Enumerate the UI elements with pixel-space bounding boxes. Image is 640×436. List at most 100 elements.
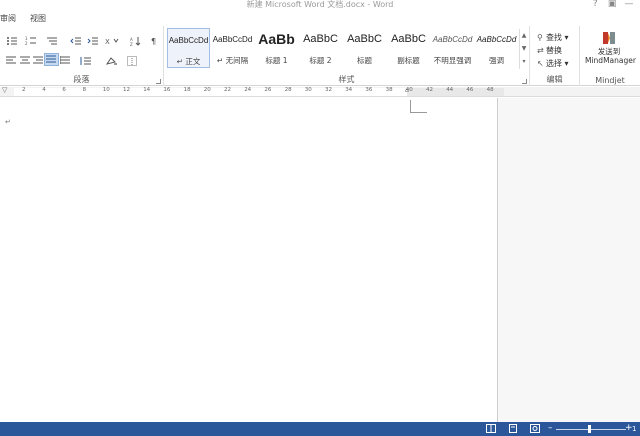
mindmanager-icon	[585, 30, 633, 47]
increase-indent-icon[interactable]	[85, 34, 100, 47]
ribbon-display-button[interactable]: ▣	[605, 0, 619, 9]
send-to-mindmanager-button[interactable]: 发送到 MindManager	[585, 30, 636, 65]
ruler-number: 26	[264, 87, 272, 93]
title-bar: 新建 Microsoft Word 文档.docx - Word ? ▣ —	[0, 0, 640, 11]
style-heading-2[interactable]: AaBbC 标题 2	[299, 28, 342, 68]
web-layout-icon[interactable]	[530, 424, 540, 433]
zoom-slider-thumb[interactable]	[587, 425, 591, 433]
svg-text:2: 2	[25, 41, 28, 46]
ruler-number: 2	[22, 87, 26, 93]
style-emphasis[interactable]: AaBbCcDd 强调	[475, 28, 518, 68]
status-bar: – + 1	[0, 422, 640, 436]
align-left-icon[interactable]	[4, 54, 19, 67]
ruler-number: 46	[466, 87, 474, 93]
minimize-button[interactable]: —	[622, 0, 636, 9]
style-name: ↵ 无间隔	[216, 56, 249, 65]
indent-marker-icon[interactable]: ▽	[2, 86, 7, 94]
zoom-percent[interactable]: 1	[632, 425, 636, 433]
style-sample: AaBbCcDd	[212, 35, 253, 44]
style-sample: AaBbC	[391, 33, 426, 45]
style-name: 强调	[489, 56, 504, 65]
right-indent-icon[interactable]: ⌂	[405, 87, 409, 94]
style-normal[interactable]: AaBbCcDd ↵ 正文	[167, 28, 210, 68]
tab-review[interactable]: 审阅	[0, 13, 16, 24]
horizontal-ruler[interactable]: 2 4 6 8 10 12 14 16 18 20 22 24 26 28 30 32 34 36 38 40 42 44…	[0, 86, 640, 97]
line-spacing-icon[interactable]	[78, 54, 93, 67]
style-name: 标题 1	[265, 56, 288, 65]
ruler-number: 12	[123, 87, 130, 93]
print-layout-icon[interactable]	[508, 424, 518, 433]
svg-text:Z: Z	[130, 42, 133, 46]
window-controls: ? ▣ —	[588, 0, 636, 9]
zoom-slider[interactable]	[556, 429, 626, 430]
justify-icon[interactable]	[44, 53, 59, 66]
style-subtitle[interactable]: AaBbC 副标题	[387, 28, 430, 68]
tab-view[interactable]: 视图	[30, 13, 46, 24]
ruler-number: 8	[82, 87, 87, 93]
distributed-icon[interactable]	[58, 54, 73, 67]
style-heading-1[interactable]: AaBb 标题 1	[255, 28, 298, 68]
styles-gallery: AaBbCcDd ↵ 正文 AaBbCcDd ↵ 无间隔 AaBb 标题 1 A…	[167, 28, 517, 70]
paragraph-group-label: 段落	[73, 75, 90, 84]
style-name: 副标题	[397, 56, 420, 65]
select-label: 选择	[546, 59, 562, 68]
style-title[interactable]: AaBbC 标题	[343, 28, 386, 68]
mindjet-label-line1: 发送到	[597, 47, 621, 56]
borders-icon[interactable]	[124, 54, 139, 67]
paragraph-mark: ↵	[5, 118, 11, 126]
style-sample: AaBbCcDd	[476, 35, 517, 44]
ruler-number: 10	[102, 87, 110, 93]
paragraph-launcher-icon[interactable]	[156, 79, 161, 84]
ruler-number: 44	[446, 87, 454, 93]
gallery-up-icon[interactable]: ▲	[520, 29, 528, 42]
sort-icon[interactable]: AZ	[128, 34, 143, 47]
style-sample: AaBbCcDd	[432, 35, 473, 44]
ruler-number: 48	[486, 87, 494, 93]
style-sample: AaBbC	[303, 33, 338, 45]
style-subtle-emphasis[interactable]: AaBbCcDd 不明显强调	[431, 28, 474, 68]
paragraph-group: 12 X AZ ¶ 段落	[0, 26, 164, 86]
styles-launcher-icon[interactable]	[522, 79, 527, 84]
window-title: 新建 Microsoft Word 文档.docx - Word	[246, 0, 394, 9]
mindjet-group-label: Mindjet	[595, 76, 625, 85]
styles-gallery-scroll: ▲ ▼ ▾	[519, 29, 528, 69]
find-label: 查找	[546, 33, 562, 42]
ruler-number: 38	[385, 87, 393, 93]
editing-group-label: 编辑	[546, 75, 563, 84]
document-side-area	[497, 98, 640, 422]
chinese-layout-icon[interactable]: X	[104, 34, 119, 47]
find-button[interactable]: ⚲ 查找 ▾	[537, 32, 569, 43]
ruler-number: 6	[62, 87, 66, 93]
ruler-number: 28	[284, 87, 292, 93]
ruler-number: 16	[163, 87, 171, 93]
read-mode-icon[interactable]	[486, 424, 496, 433]
ruler-number: 22	[224, 87, 231, 93]
ruler-number: 34	[345, 87, 353, 93]
style-name: ↵ 正文	[176, 57, 201, 66]
numbering-icon[interactable]: 12	[23, 34, 38, 47]
gallery-down-icon[interactable]: ▼	[520, 42, 528, 55]
ruler-number: 32	[325, 87, 332, 93]
style-sample: AaBbC	[347, 33, 382, 45]
document-page[interactable]	[0, 98, 497, 422]
gallery-more-icon[interactable]: ▾	[520, 55, 528, 68]
bullets-icon[interactable]	[4, 34, 19, 47]
ruler-number: 42	[426, 87, 433, 93]
chevron-down-icon: ▾	[564, 59, 569, 68]
zoom-out-button[interactable]: –	[548, 423, 553, 433]
ruler-number: 4	[42, 87, 46, 93]
svg-text:¶: ¶	[151, 37, 156, 46]
style-name: 不明显强调	[433, 56, 472, 65]
cursor-icon: ↖	[537, 59, 544, 68]
multilevel-list-icon[interactable]	[44, 34, 59, 47]
style-no-spacing[interactable]: AaBbCcDd ↵ 无间隔	[211, 28, 254, 68]
decrease-indent-icon[interactable]	[68, 34, 83, 47]
select-button[interactable]: ↖ 选择 ▾	[537, 58, 569, 69]
styles-group-label: 样式	[338, 75, 355, 84]
shading-icon[interactable]	[104, 54, 119, 67]
help-button[interactable]: ?	[588, 0, 602, 9]
replace-button[interactable]: ⇄ 替换	[537, 45, 562, 56]
show-marks-icon[interactable]: ¶	[147, 34, 162, 47]
replace-label: 替换	[546, 46, 562, 55]
ruler-number: 36	[365, 87, 373, 93]
